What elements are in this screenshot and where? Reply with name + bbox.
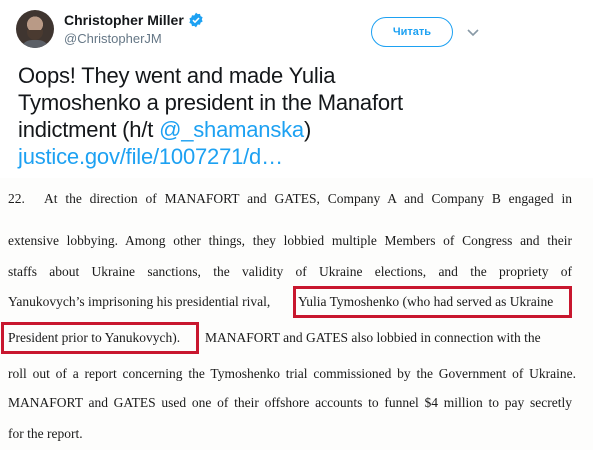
document-image[interactable]: 22. At the direction of MANAFORT and GAT…: [0, 178, 593, 450]
avatar-beard: [27, 30, 43, 40]
highlight-box-lower: [1, 322, 199, 354]
doc-line: At the direction of MANAFORT and GATES, …: [44, 191, 572, 206]
doc-line: MANAFORT and GATES also lobbied in conne…: [205, 330, 541, 345]
highlight-box-upper: [293, 286, 572, 318]
tweet-header: Christopher Miller @ChristopherJM Читать: [16, 10, 581, 54]
doc-line: extensive lobbying. Among other things, …: [8, 233, 572, 248]
avatar[interactable]: [16, 10, 54, 48]
tweet-text: Oops! They went and made Yulia Tymoshenk…: [18, 62, 458, 170]
paragraph-number: 22.: [8, 191, 25, 206]
display-name[interactable]: Christopher Miller: [64, 12, 184, 28]
handle[interactable]: @ChristopherJM: [64, 31, 162, 46]
url-link[interactable]: justice.gov/file/1007271/d…: [18, 144, 283, 169]
verified-badge-icon: [189, 12, 203, 28]
mention-link[interactable]: @_shamanska: [159, 117, 304, 142]
doc-line: for the report.: [8, 426, 83, 441]
name-row[interactable]: Christopher Miller: [64, 12, 204, 28]
doc-line: Yanukovych’s imprisoning his presidentia…: [8, 294, 271, 309]
avatar-shirt: [20, 40, 50, 48]
doc-line: roll out of a report concerning the Tymo…: [8, 366, 576, 381]
chevron-down-icon[interactable]: [463, 22, 483, 42]
doc-line: staffs about Ukraine sanctions, the vali…: [8, 264, 572, 279]
tweet-text-part2: ): [303, 117, 312, 142]
follow-button[interactable]: Читать: [371, 17, 453, 47]
doc-line: MANAFORT and GATES used one of their off…: [8, 395, 572, 410]
